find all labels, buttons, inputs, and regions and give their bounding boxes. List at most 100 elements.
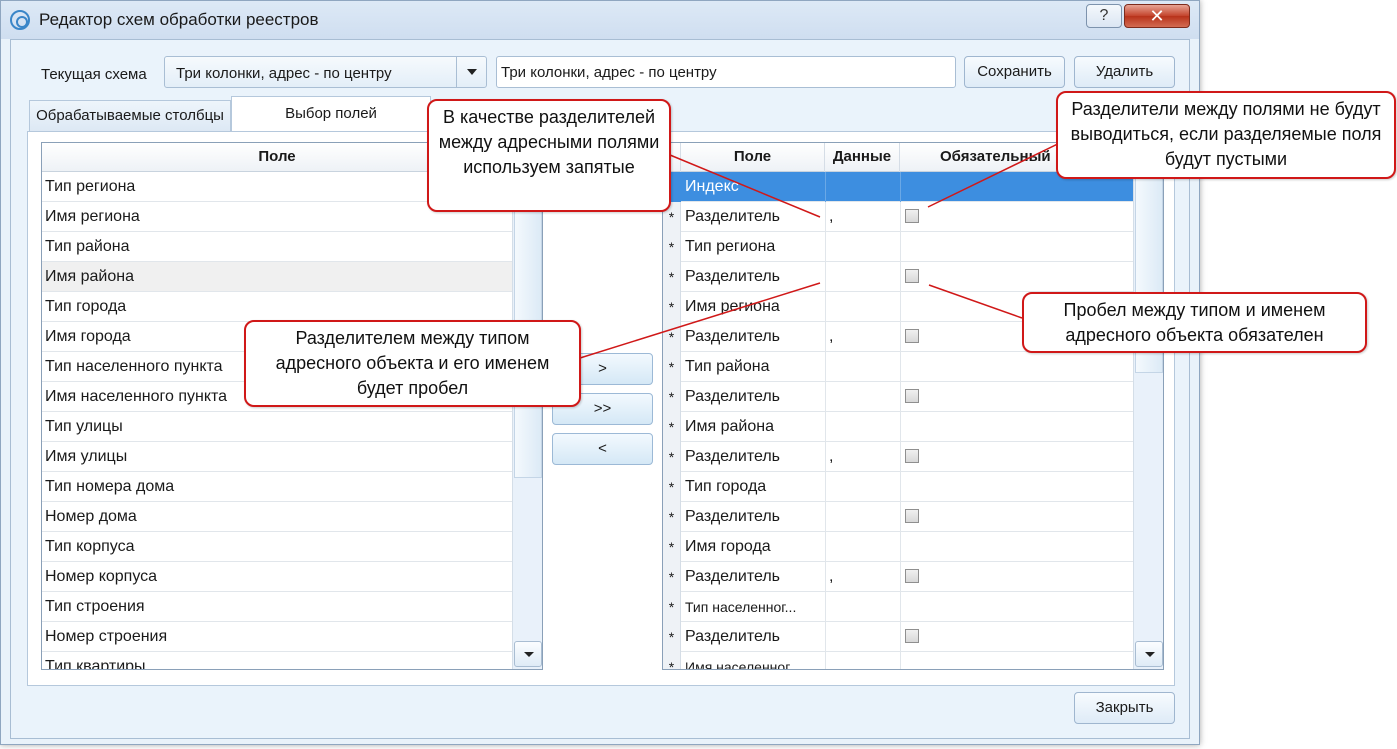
list-item[interactable]: Имя района <box>42 262 512 292</box>
right-scroll-down-button[interactable] <box>1135 641 1163 667</box>
row-marker: * <box>663 322 681 352</box>
table-row[interactable]: * Тип населенног... <box>663 592 1133 622</box>
required-checkbox[interactable] <box>905 569 919 583</box>
row-marker: * <box>663 472 681 502</box>
table-row[interactable]: * Разделитель <box>663 382 1133 412</box>
row-data[interactable]: , <box>825 442 900 472</box>
list-item[interactable]: Тип номера дома <box>42 472 512 502</box>
selected-fields-rows: Индекс * Разделитель, * Тип региона * Разделит… <box>663 172 1133 669</box>
row-required <box>900 532 1133 562</box>
help-button[interactable]: ? <box>1086 4 1122 28</box>
row-field: Разделитель <box>685 628 781 645</box>
row-required <box>900 352 1133 382</box>
window-title: Редактор схем обработки реестров <box>39 10 319 29</box>
table-row[interactable]: * Разделитель <box>663 502 1133 532</box>
list-item[interactable]: Тип улицы <box>42 412 512 442</box>
delete-button[interactable]: Удалить <box>1074 56 1175 88</box>
table-row[interactable]: * Разделитель, <box>663 562 1133 592</box>
list-item[interactable]: Тип корпуса <box>42 532 512 562</box>
row-data[interactable] <box>825 592 900 622</box>
row-data[interactable] <box>825 412 900 442</box>
remove-field-button[interactable]: < <box>552 433 653 465</box>
required-checkbox[interactable] <box>905 449 919 463</box>
list-item[interactable]: Номер строения <box>42 622 512 652</box>
row-field: Тип населенног... <box>685 599 797 615</box>
scheme-select[interactable]: Три колонки, адрес - по центру <box>164 56 487 88</box>
row-required <box>900 502 1133 532</box>
row-marker: * <box>663 592 681 622</box>
field-column-header[interactable]: Поле <box>681 143 825 172</box>
chevron-down-icon[interactable] <box>456 57 486 87</box>
table-row[interactable]: * Тип города <box>663 472 1133 502</box>
row-data[interactable] <box>825 292 900 322</box>
table-row[interactable]: * Имя населенног... <box>663 652 1133 669</box>
table-row[interactable]: * Разделитель <box>663 262 1133 292</box>
list-item[interactable]: Имя улицы <box>42 442 512 472</box>
list-item[interactable]: Тип квартиры <box>42 652 512 669</box>
row-marker: * <box>663 262 681 292</box>
tab-field-selection[interactable]: Выбор полей <box>231 96 431 132</box>
row-required <box>900 382 1133 412</box>
save-button[interactable]: Сохранить <box>964 56 1065 88</box>
data-column-header[interactable]: Данные <box>825 143 900 172</box>
row-required <box>900 412 1133 442</box>
row-data[interactable]: , <box>825 202 900 232</box>
scheme-name-input[interactable]: Три колонки, адрес - по центру <box>496 56 956 88</box>
row-data[interactable]: , <box>825 322 900 352</box>
row-field: Разделитель <box>685 508 781 525</box>
row-data[interactable] <box>825 232 900 262</box>
row-marker: * <box>663 622 681 652</box>
tab-processed-columns[interactable]: Обрабатываемые столбцы <box>29 100 231 132</box>
selected-fields-grid[interactable]: Поле Данные Обязательный Индекс * Разделит… <box>662 142 1164 670</box>
row-field: Тип города <box>685 478 767 495</box>
callout-space-separator: Разделителем между типом адресного объек… <box>244 320 581 407</box>
scheme-select-value: Три колонки, адрес - по центру <box>176 65 392 82</box>
callout-commas: В качестве разделителей между адресными … <box>427 99 671 212</box>
title-bar: Редактор схем обработки реестров ? ✕ <box>1 1 1199 39</box>
row-field: Разделитель <box>685 268 781 285</box>
list-item[interactable]: Номер дома <box>42 502 512 532</box>
row-data[interactable] <box>825 382 900 412</box>
row-data[interactable] <box>825 532 900 562</box>
list-item[interactable]: Тип строения <box>42 592 512 622</box>
row-required <box>900 592 1133 622</box>
row-required <box>900 622 1133 652</box>
required-checkbox[interactable] <box>905 389 919 403</box>
row-data[interactable] <box>825 472 900 502</box>
row-field: Тип района <box>685 358 770 375</box>
row-marker: * <box>663 532 681 562</box>
row-field: Разделитель <box>685 568 781 585</box>
table-row[interactable]: * Тип региона <box>663 232 1133 262</box>
table-row[interactable]: * Разделитель, <box>663 202 1133 232</box>
table-row[interactable]: * Имя района <box>663 412 1133 442</box>
row-marker: * <box>663 502 681 532</box>
row-data[interactable] <box>825 652 900 669</box>
required-checkbox[interactable] <box>905 329 919 343</box>
table-row[interactable]: * Тип района <box>663 352 1133 382</box>
row-data[interactable] <box>825 262 900 292</box>
required-checkbox[interactable] <box>905 209 919 223</box>
table-row[interactable]: * Разделитель, <box>663 442 1133 472</box>
required-checkbox[interactable] <box>905 509 919 523</box>
close-button[interactable]: Закрыть <box>1074 692 1175 724</box>
row-field: Имя региона <box>685 298 780 315</box>
left-scroll-down-button[interactable] <box>514 641 542 667</box>
row-field: Тип региона <box>685 238 776 255</box>
right-scrollbar[interactable] <box>1133 143 1163 669</box>
row-data[interactable] <box>825 622 900 652</box>
window-close-button[interactable]: ✕ <box>1124 4 1190 28</box>
table-row[interactable]: * Разделитель <box>663 622 1133 652</box>
table-row[interactable]: * Имя города <box>663 532 1133 562</box>
row-data[interactable] <box>825 172 900 202</box>
list-item[interactable]: Номер корпуса <box>42 562 512 592</box>
row-data[interactable] <box>825 352 900 382</box>
required-checkbox[interactable] <box>905 269 919 283</box>
row-data[interactable]: , <box>825 562 900 592</box>
row-data[interactable] <box>825 502 900 532</box>
list-item[interactable]: Тип города <box>42 292 512 322</box>
row-marker: * <box>663 292 681 322</box>
required-checkbox[interactable] <box>905 629 919 643</box>
row-required <box>900 442 1133 472</box>
row-required <box>900 562 1133 592</box>
list-item[interactable]: Тип района <box>42 232 512 262</box>
